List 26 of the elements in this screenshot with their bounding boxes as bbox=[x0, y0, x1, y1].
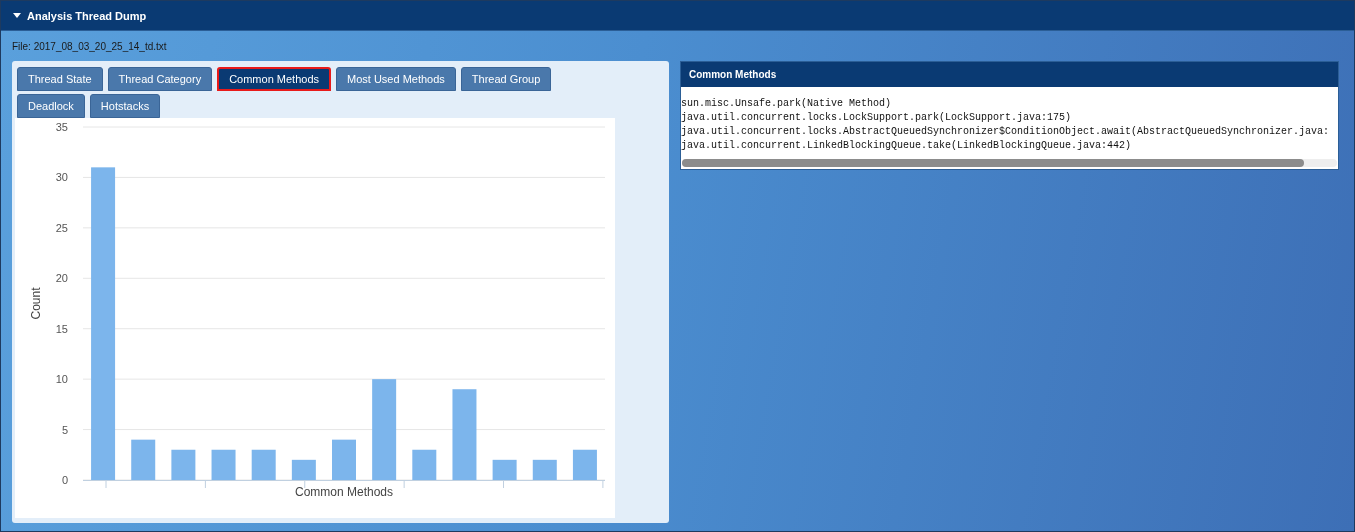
section-title: Analysis Thread Dump bbox=[27, 9, 147, 22]
y-tick-label: 35 bbox=[55, 121, 68, 133]
tab[interactable]: Most Used Methods bbox=[336, 67, 456, 91]
tab[interactable]: Thread State bbox=[17, 67, 103, 91]
stack-frame-line: java.util.concurrent.locks.AbstractQueuedSynchronizer$ConditionObject.await(AbstractQueuedSynchronizer.java: bbox=[681, 125, 1331, 139]
y-tick-label: 0 bbox=[61, 474, 68, 486]
file-label: File: 2017_08_03_20_25_14_td.txt bbox=[12, 41, 168, 54]
y-tick-label: 20 bbox=[55, 272, 68, 285]
tab[interactable]: Thread Category bbox=[107, 67, 213, 91]
stack-frame-line: java.util.concurrent.LinkedBlockingQueue.take(LinkedBlockingQueue.java:442) bbox=[681, 139, 1133, 153]
y-tick-label: 5 bbox=[61, 423, 68, 436]
horizontal-scrollbar[interactable] bbox=[682, 159, 1337, 167]
stack-frame-line: sun.misc.Unsafe.park(Native Method) bbox=[681, 97, 893, 111]
x-axis-title: Common Methods bbox=[295, 485, 393, 499]
y-axis-title: Count bbox=[29, 287, 43, 320]
y-tick-label: 10 bbox=[55, 373, 68, 386]
y-tick-label: 15 bbox=[55, 322, 68, 335]
tab[interactable]: Hotstacks bbox=[89, 94, 161, 118]
stack-frame-line: java.util.concurrent.locks.LockSupport.park(LockSupport.java:175) bbox=[681, 111, 1073, 125]
panel-title: Common Methods bbox=[689, 69, 777, 80]
tab[interactable]: Deadlock bbox=[17, 94, 85, 118]
y-tick-label: 30 bbox=[55, 171, 68, 184]
tab[interactable]: Common Methods bbox=[217, 67, 331, 91]
tab[interactable]: Thread Group bbox=[460, 67, 552, 91]
section-header[interactable]: Analysis Thread Dump bbox=[1, 1, 1354, 31]
y-tick-label: 25 bbox=[55, 221, 68, 234]
